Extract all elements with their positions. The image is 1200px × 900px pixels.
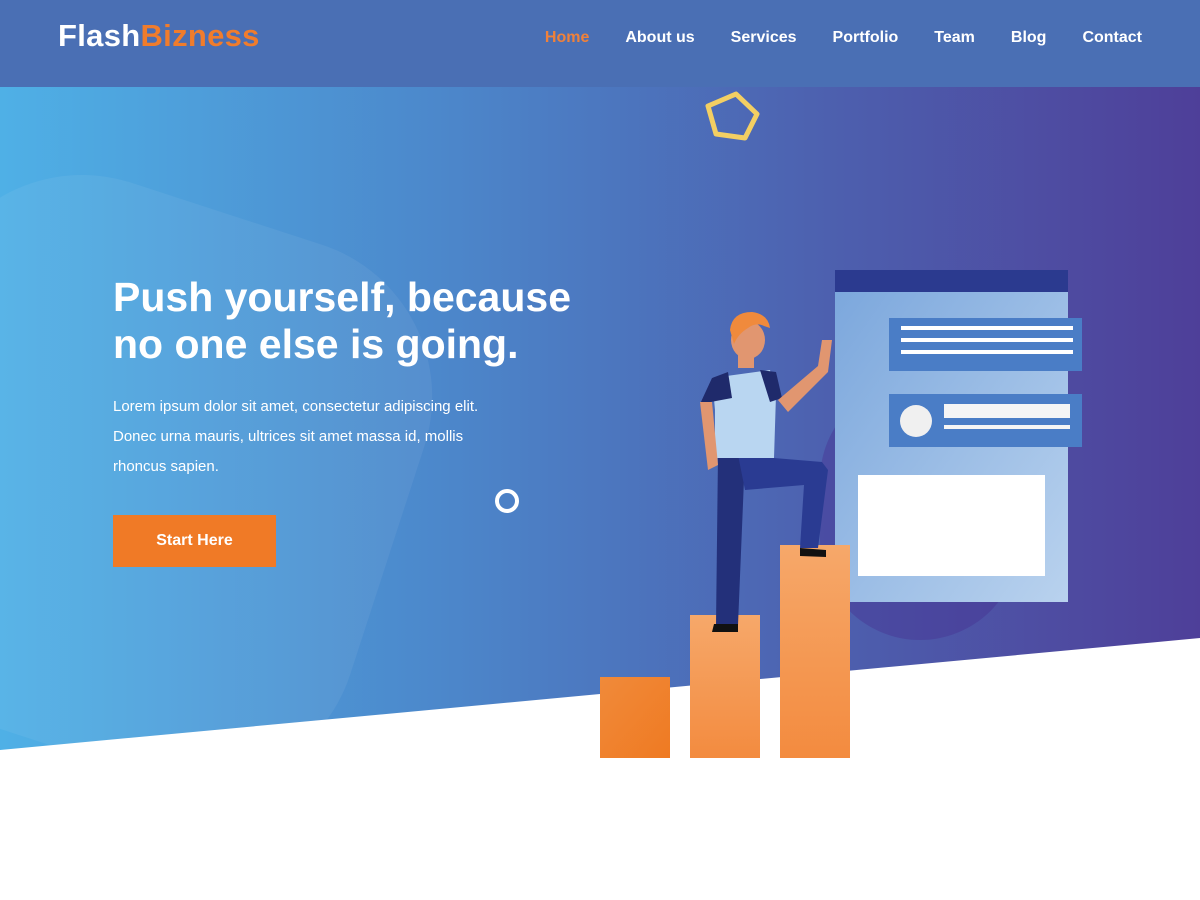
- site-header: FlashBizness Home About us Services Port…: [0, 0, 1200, 87]
- nav-link-team[interactable]: Team: [934, 29, 975, 47]
- nav-link-blog[interactable]: Blog: [1011, 29, 1047, 47]
- logo-text-accent: Bizness: [140, 18, 260, 53]
- nav-link-portfolio[interactable]: Portfolio: [833, 29, 899, 47]
- logo-text-main: Flash: [58, 18, 141, 53]
- nav-link-home[interactable]: Home: [545, 29, 589, 47]
- nav-link-about-us[interactable]: About us: [625, 29, 694, 47]
- nav-link-contact[interactable]: Contact: [1082, 29, 1142, 47]
- pentagon-shape-icon: [705, 91, 760, 141]
- nav-link-services[interactable]: Services: [731, 29, 797, 47]
- site-logo[interactable]: FlashBizness: [58, 18, 260, 54]
- main-nav: Home About us Services Portfolio Team Bl…: [545, 29, 1142, 47]
- ring-shape-icon: [495, 489, 519, 513]
- decorative-shapes: [495, 91, 760, 513]
